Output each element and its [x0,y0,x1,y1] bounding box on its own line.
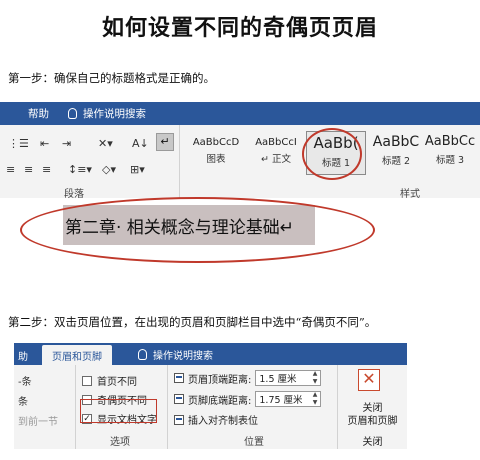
close-header-footer-icon[interactable]: ✕ [358,369,380,391]
position-group: 页眉顶端距离: 1.5 厘米 ▲ ▼ 页脚底端距离: 1.75 厘米 ▲ ▼ 插入对… [168,365,338,449]
heading-1-highlight-circle [302,128,362,180]
paragraph-group-label: 段落 [64,189,84,200]
close-group: ✕ 关闭 页眉和页脚 关闭 [338,365,407,449]
borders-icon[interactable]: ⊞▾ [130,163,145,176]
style-tile-heading-2[interactable]: AaBbC 标题 2 [366,131,426,175]
style-name: 图表 [206,154,226,165]
style-name: ↵ 正文 [261,154,291,165]
style-sample: AaBbCcI [255,137,297,148]
style-tile-heading-3[interactable]: AaBbCc 标题 3 [420,131,480,175]
alignment-tab-icon [174,414,184,425]
link-to-previous-button[interactable]: 到前一节 [18,413,58,428]
spinner-arrows-icon[interactable]: ▲ ▼ [313,391,318,407]
position-group-label: 位置 [244,437,264,448]
footer-bottom-value: 1.75 厘米 [259,395,303,406]
checkbox[interactable] [82,375,92,386]
ribbon-tab-bar: 助 页眉和页脚 操作说明搜索 [14,343,407,365]
tab-header-footer[interactable]: 页眉和页脚 [42,345,112,365]
style-sample: AaBbCc [424,134,476,149]
chinese-layout-icon[interactable]: ✕▾ [98,137,113,150]
ribbon-screenshot-1: 帮助 操作说明搜索 ⋮☰ ⇤ ⇥ ✕▾ A↓ ↵ ≡ ≡ ≡ ↕≡▾ ◇▾ ⊞▾… [0,102,480,200]
tell-me-label: 操作说明搜索 [153,351,213,362]
footer-bottom-input[interactable]: 1.75 厘米 ▲ ▼ [255,391,322,407]
decrease-indent-icon[interactable]: ⇤ [40,137,49,150]
page-title: 如何设置不同的奇偶页页眉 [101,15,378,41]
tab-help[interactable]: 助 [18,348,28,363]
tell-me-search[interactable]: 操作说明搜索 [68,106,146,121]
ribbon-screenshot-2: 助 页眉和页脚 操作说明搜索 -条 条 到前一节 首页不同 奇偶页不同 ✓ 显示… [14,343,407,449]
tab-help[interactable]: 帮助 [28,106,49,121]
close-button-label-2[interactable]: 页眉和页脚 [338,412,407,427]
style-tile-chart[interactable]: AaBbCcD 图表 [186,131,246,175]
header-top-distance: 页眉顶端距离: 1.5 厘米 ▲ ▼ [174,370,322,386]
header-top-value: 1.5 厘米 [259,374,297,385]
tell-me-label: 操作说明搜索 [83,108,146,120]
style-name: 标题 2 [381,156,411,167]
show-paragraph-marks-button[interactable]: ↵ [156,133,174,151]
style-sample: AaBbCcD [192,137,240,148]
sort-icon[interactable]: A↓ [132,137,149,150]
style-sample: AaBbC [372,134,420,150]
style-tile-normal[interactable]: AaBbCcI ↵ 正文 [246,131,306,175]
nav-item[interactable]: 条 [18,393,28,408]
tell-me-search[interactable]: 操作说明搜索 [138,347,213,362]
multilevel-list-icon[interactable]: ⋮☰ [8,137,29,150]
show-document-text-highlight-box [80,399,157,423]
header-top-label: 页眉顶端距离: [188,374,252,386]
justify-icon[interactable]: ≡ [42,163,51,176]
ribbon-tab-bar: 帮助 操作说明搜索 [0,102,480,125]
shading-icon[interactable]: ◇▾ [102,163,116,176]
spinner-arrows-icon[interactable]: ▲ ▼ [313,370,318,386]
header-top-input[interactable]: 1.5 厘米 ▲ ▼ [255,370,322,386]
step2-text: 第二步：双击页眉位置，在出现的页眉和页脚栏目中选中“奇偶页不同”。 [8,315,377,329]
step1-text: 第一步：确保自己的标题格式是正确的。 [8,71,215,85]
align-left-icon[interactable]: ≡ [6,163,15,176]
styles-group-label: 样式 [400,189,420,200]
paragraph-group: ⋮☰ ⇤ ⇥ ✕▾ A↓ ↵ ≡ ≡ ≡ ↕≡▾ ◇▾ ⊞▾ 段落 [0,125,180,200]
close-group-label: 关闭 [362,437,383,448]
insert-alignment-tab-button[interactable]: 插入对齐制表位 [174,412,258,427]
increase-indent-icon[interactable]: ⇥ [62,137,71,150]
option-label: 首页不同 [97,377,137,388]
line-spacing-icon[interactable]: ↕≡▾ [68,163,92,176]
insert-tab-label: 插入对齐制表位 [188,416,258,427]
lightbulb-icon [138,349,147,360]
footer-bottom-distance: 页脚底端距离: 1.75 厘米 ▲ ▼ [174,391,322,407]
header-distance-icon [174,373,184,383]
style-name: 标题 3 [435,155,465,166]
footer-bottom-label: 页脚底端距离: [188,395,252,407]
lightbulb-icon [68,108,77,119]
heading-highlight-ellipse [20,197,375,263]
different-first-page-option[interactable]: 首页不同 [82,373,137,388]
options-group-label: 选项 [110,437,130,448]
align-center-icon[interactable]: ≡ [24,163,33,176]
navigation-group: -条 条 到前一节 [14,365,76,449]
nav-item[interactable]: -条 [18,373,32,388]
footer-distance-icon [174,394,184,404]
